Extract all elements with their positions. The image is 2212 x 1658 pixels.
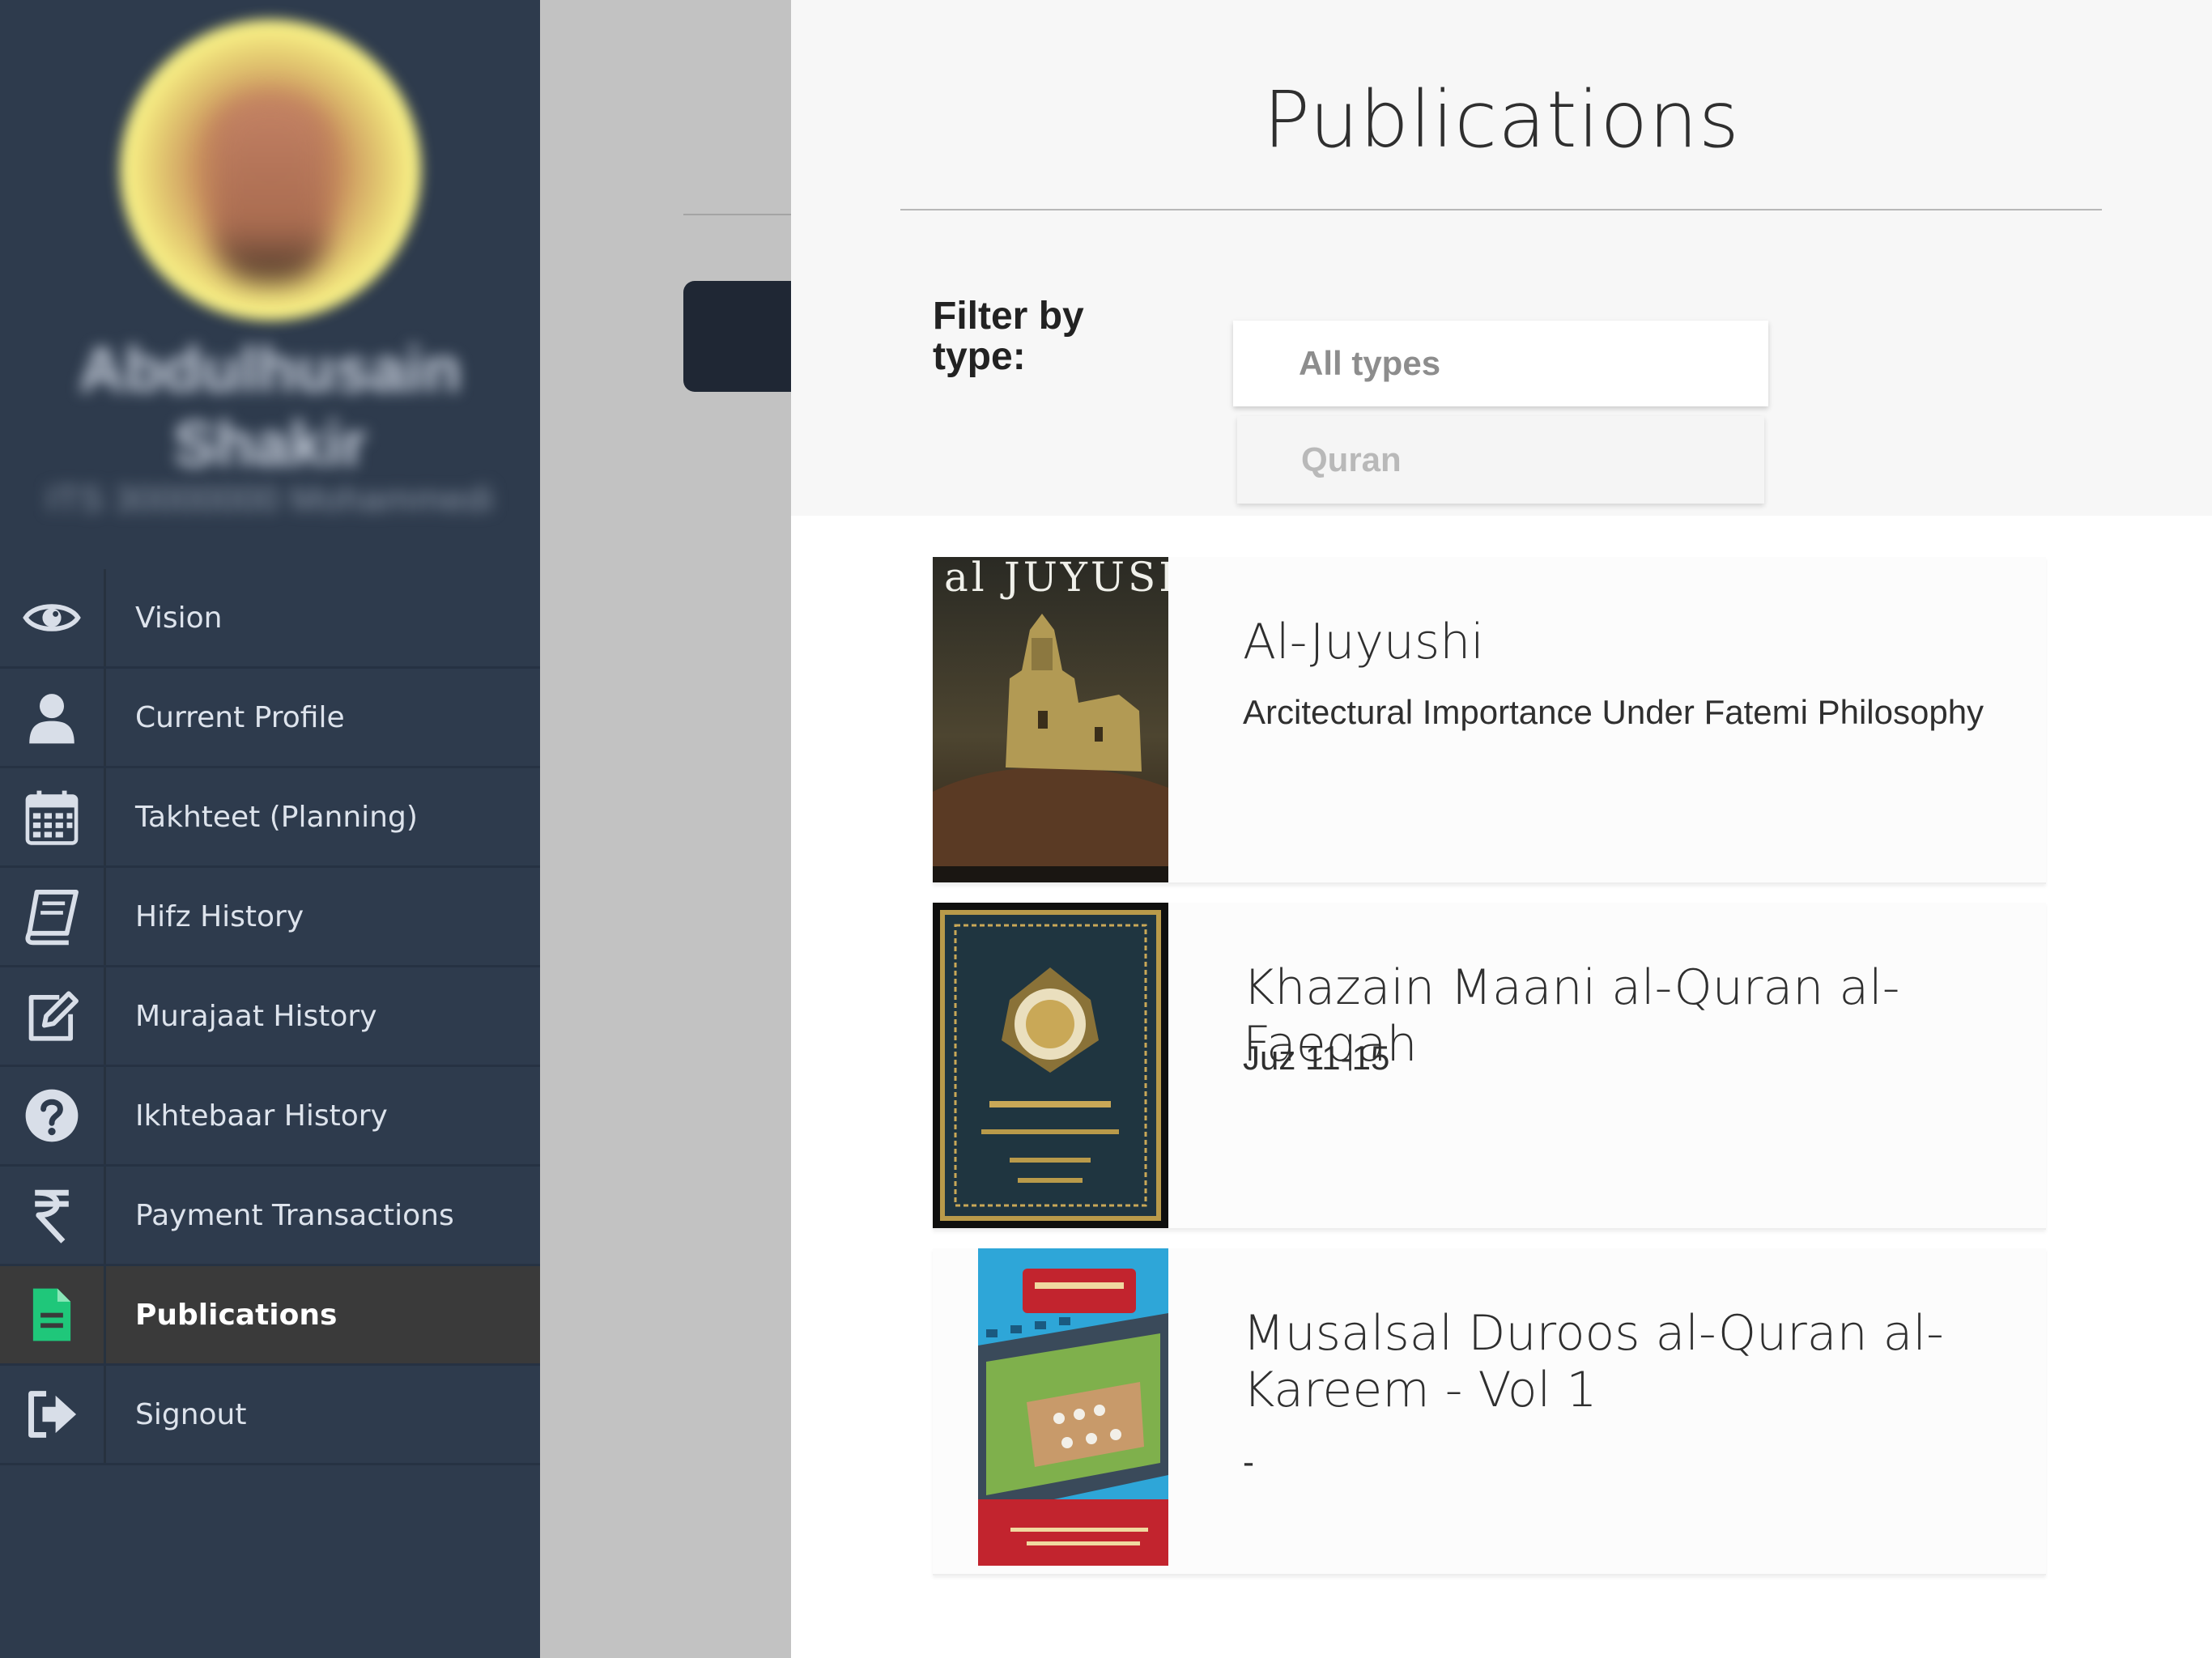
publication-subtitle: Arcitectural Importance Under Fatemi Phi… — [1243, 693, 1984, 731]
sidebar-item-label: Vision — [135, 601, 223, 635]
cover-text: al JUYUSHI — [944, 557, 1168, 601]
sidebar-item-publications[interactable]: Publications — [0, 1266, 540, 1366]
sidebar-item-label: Publications — [135, 1298, 338, 1332]
user-name: Abdulhusain Shakir — [79, 334, 462, 479]
sidebar-item-label: Hifz History — [135, 899, 304, 933]
profile-header: Abdulhusain Shakir ITS 30000000 Mohammed… — [0, 0, 540, 569]
title-divider — [900, 209, 2102, 210]
rupee-icon — [0, 1167, 106, 1264]
sidebar-item-hifz-history[interactable]: Hifz History — [0, 868, 540, 967]
sidebar-item-label: Signout — [135, 1397, 247, 1431]
background-button[interactable] — [683, 281, 797, 392]
publication-cover-image — [978, 1248, 1168, 1574]
signout-icon — [0, 1366, 106, 1463]
publication-title: Al-Juyushi — [1243, 614, 1484, 670]
sidebar-item-murajaat-history[interactable]: Murajaat History — [0, 967, 540, 1067]
filter-label: Filter by type: — [933, 295, 1084, 378]
publication-subtitle: - — [1243, 1443, 1254, 1481]
filter-option-quran[interactable]: Quran — [1237, 416, 1764, 504]
question-circle-icon — [0, 1067, 106, 1164]
user-icon — [0, 669, 106, 766]
page-title: Publications — [1263, 74, 1740, 165]
filter-option-label: Quran — [1301, 440, 1402, 478]
filter-type-select[interactable]: All types — [1233, 321, 1768, 406]
book-icon — [0, 868, 106, 965]
publication-cover-image — [933, 903, 1168, 1228]
sidebar-item-label: Payment Transactions — [135, 1198, 454, 1232]
calendar-icon — [0, 768, 106, 865]
sidebar-item-current-profile[interactable]: Current Profile — [0, 669, 540, 768]
edit-icon — [0, 967, 106, 1065]
document-icon — [0, 1266, 106, 1363]
avatar-photo — [212, 96, 329, 282]
publication-card[interactable]: al JUYUSHI Al-Juyushi Arcitectural Impor… — [933, 557, 2046, 884]
sidebar: Abdulhusain Shakir ITS 30000000 Mohammed… — [0, 0, 540, 1658]
eye-icon — [0, 569, 106, 666]
publication-title: Musalsal Duroos al-Quran al-Kareem - Vol… — [1243, 1305, 1944, 1418]
sidebar-item-signout[interactable]: Signout — [0, 1366, 540, 1465]
filter-selected-value: All types — [1299, 344, 1441, 382]
sidebar-item-label: Murajaat History — [135, 999, 377, 1033]
sidebar-nav: Vision Current Profile Takhteet (Plannin… — [0, 569, 540, 1465]
sidebar-item-takhteet[interactable]: Takhteet (Planning) — [0, 768, 540, 868]
sidebar-item-vision[interactable]: Vision — [0, 569, 540, 669]
sidebar-item-ikhtebaar-history[interactable]: Ikhtebaar History — [0, 1067, 540, 1167]
sidebar-item-payment-transactions[interactable]: Payment Transactions — [0, 1167, 540, 1266]
publication-subtitle: Juz 11-15 — [1243, 1039, 1390, 1077]
publication-cover-image: al JUYUSHI — [933, 557, 1168, 882]
publication-card[interactable]: Khazain Maani al-Quran al-Faeqah Juz 11-… — [933, 903, 2046, 1230]
sidebar-item-label: Current Profile — [135, 700, 345, 734]
sidebar-item-label: Ikhtebaar History — [135, 1099, 388, 1133]
publication-card[interactable]: Musalsal Duroos al-Quran al-Kareem - Vol… — [933, 1248, 2046, 1575]
sidebar-item-label: Takhteet (Planning) — [135, 800, 418, 834]
publications-panel: Publications Filter by type: All types Q… — [791, 0, 2212, 1658]
user-id: ITS 30000000 Mohammedi — [46, 479, 494, 519]
background-divider — [683, 214, 792, 215]
